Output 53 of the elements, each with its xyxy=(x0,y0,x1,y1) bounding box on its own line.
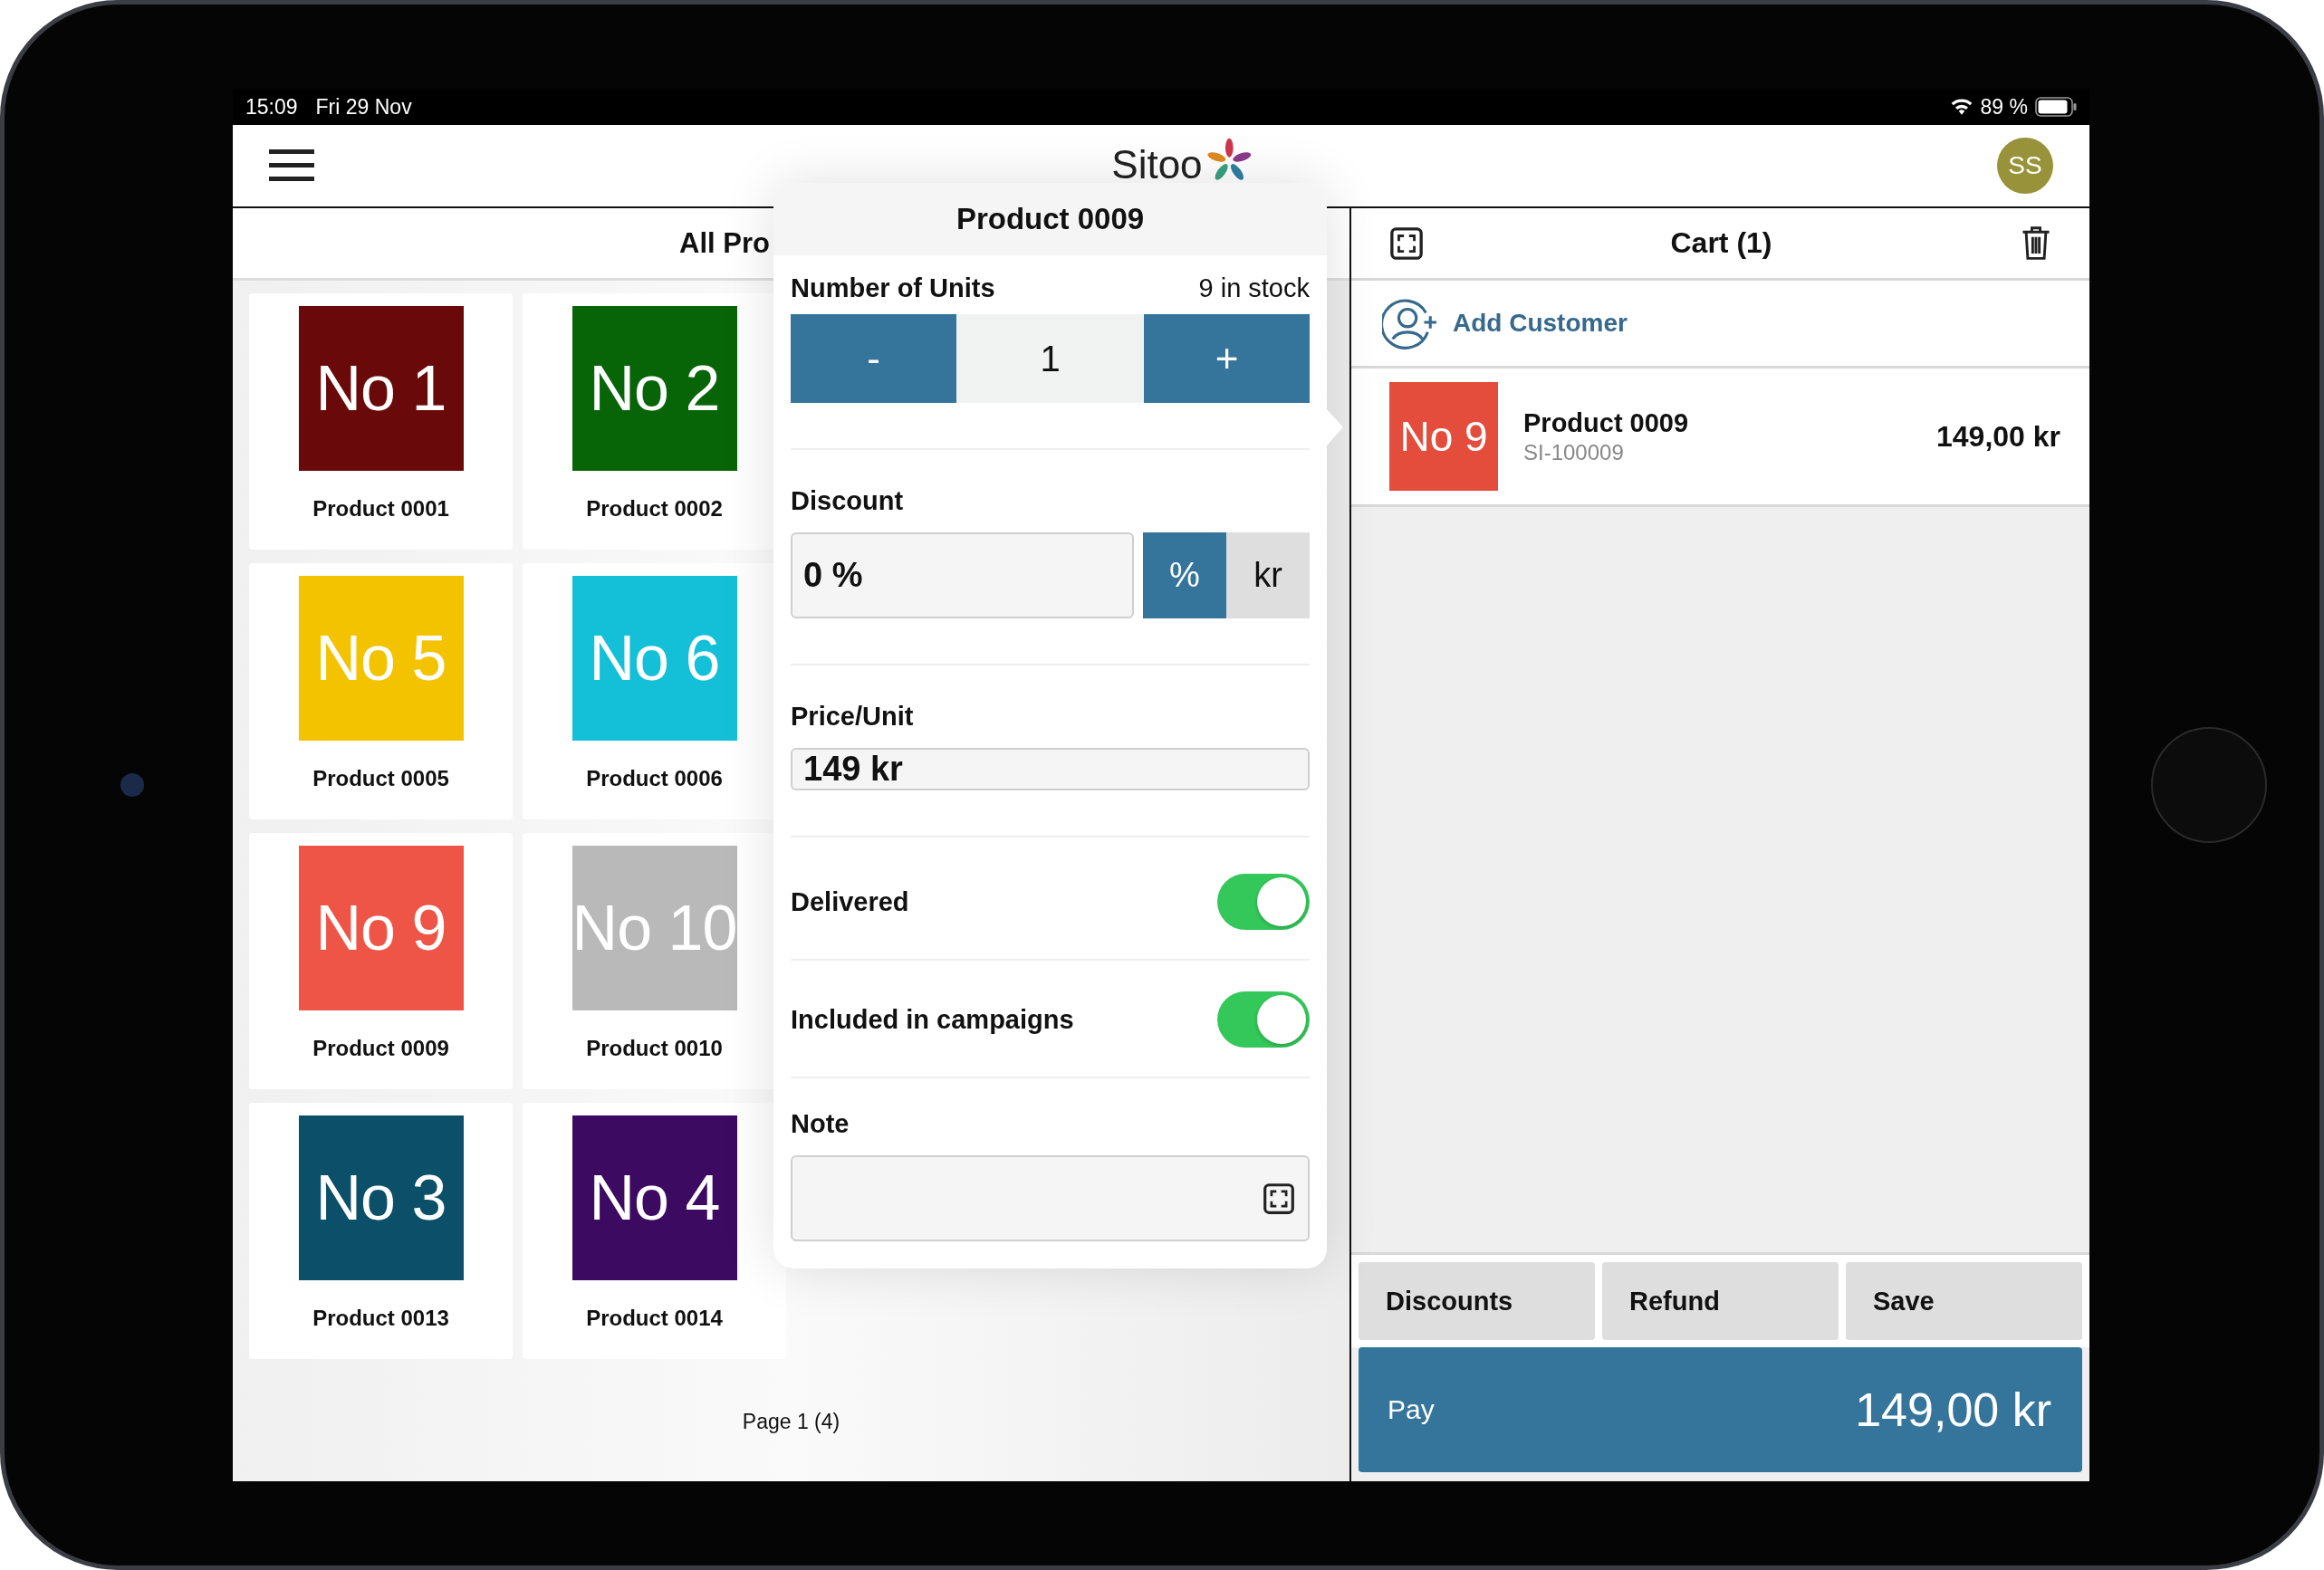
field-label: Number of Units xyxy=(791,273,995,303)
product-tile: No 4 xyxy=(571,1115,737,1280)
battery-icon xyxy=(2035,97,2077,117)
price-field[interactable]: 149 kr xyxy=(791,748,1310,790)
product-name: Product 0009 xyxy=(1523,407,1690,438)
product-card[interactable]: No 5 Product 0005 xyxy=(249,563,513,819)
panel-title: All Pro xyxy=(679,226,770,260)
product-tile: No 9 xyxy=(1389,382,1498,491)
product-tile: No 5 xyxy=(298,576,464,741)
action-button[interactable]: Discounts xyxy=(1359,1262,1595,1340)
battery-percent: 89 % xyxy=(1980,94,2028,120)
product-tile: No 2 xyxy=(571,306,737,471)
pay-button[interactable]: Pay 149,00 kr xyxy=(1359,1347,2082,1472)
cart-item[interactable]: No 9 Product 0009 SI-100009 149,00 kr xyxy=(1351,369,2089,507)
product-tile: No 9 xyxy=(298,846,464,1010)
expand-icon[interactable] xyxy=(1389,225,1424,262)
product-tile: No 1 xyxy=(298,306,464,471)
product-tile: No 6 xyxy=(571,576,737,741)
product-tile: No 10 xyxy=(571,846,737,1010)
action-button[interactable]: Refund xyxy=(1602,1262,1839,1340)
camera-icon xyxy=(120,773,144,797)
toggle-label: Included in campaigns xyxy=(791,1004,1074,1035)
page-indicator: Page 1 (4) xyxy=(742,1410,840,1434)
field-label: Discount xyxy=(791,486,904,516)
add-customer-link[interactable]: Add Customer xyxy=(1351,281,2089,369)
note-field[interactable] xyxy=(791,1155,1310,1241)
quantity-field[interactable]: 1 xyxy=(956,314,1144,403)
field-label: Price/Unit xyxy=(791,702,914,732)
product-sku: SI-100009 xyxy=(1523,439,1625,465)
product-card[interactable]: No 3 Product 0013 xyxy=(249,1103,513,1359)
increase-button[interactable]: + xyxy=(1144,314,1310,403)
status-date: Fri 29 Nov xyxy=(315,94,412,120)
add-user-icon xyxy=(1382,297,1438,349)
action-button[interactable]: Save xyxy=(1846,1262,2082,1340)
product-tile: No 3 xyxy=(298,1115,464,1280)
cart-title: Cart (1) xyxy=(1670,226,1772,260)
product-card[interactable]: No 9 Product 0009 xyxy=(249,833,513,1089)
stock-count: 9 in stock xyxy=(1198,273,1310,303)
item-price: 149,00 kr xyxy=(1936,419,2060,454)
unit-toggle[interactable]: kr xyxy=(1226,532,1310,618)
product-card[interactable]: No 4 Product 0014 xyxy=(523,1103,786,1359)
wifi-icon xyxy=(1949,98,1973,116)
decrease-button[interactable]: - xyxy=(791,314,956,403)
product-card[interactable]: No 1 Product 0001 xyxy=(249,293,513,550)
logo-text: Sitoo xyxy=(1111,145,1203,185)
field-label: Note xyxy=(791,1109,850,1139)
status-time: 15:09 xyxy=(245,94,298,120)
discount-field[interactable]: 0 % xyxy=(791,532,1134,618)
popup-title: Product 0009 xyxy=(956,202,1145,236)
expand-icon[interactable] xyxy=(1263,1182,1295,1215)
toggle-label: Delivered xyxy=(791,886,909,917)
unit-toggle[interactable]: % xyxy=(1143,532,1226,618)
menu-icon[interactable] xyxy=(269,149,314,182)
